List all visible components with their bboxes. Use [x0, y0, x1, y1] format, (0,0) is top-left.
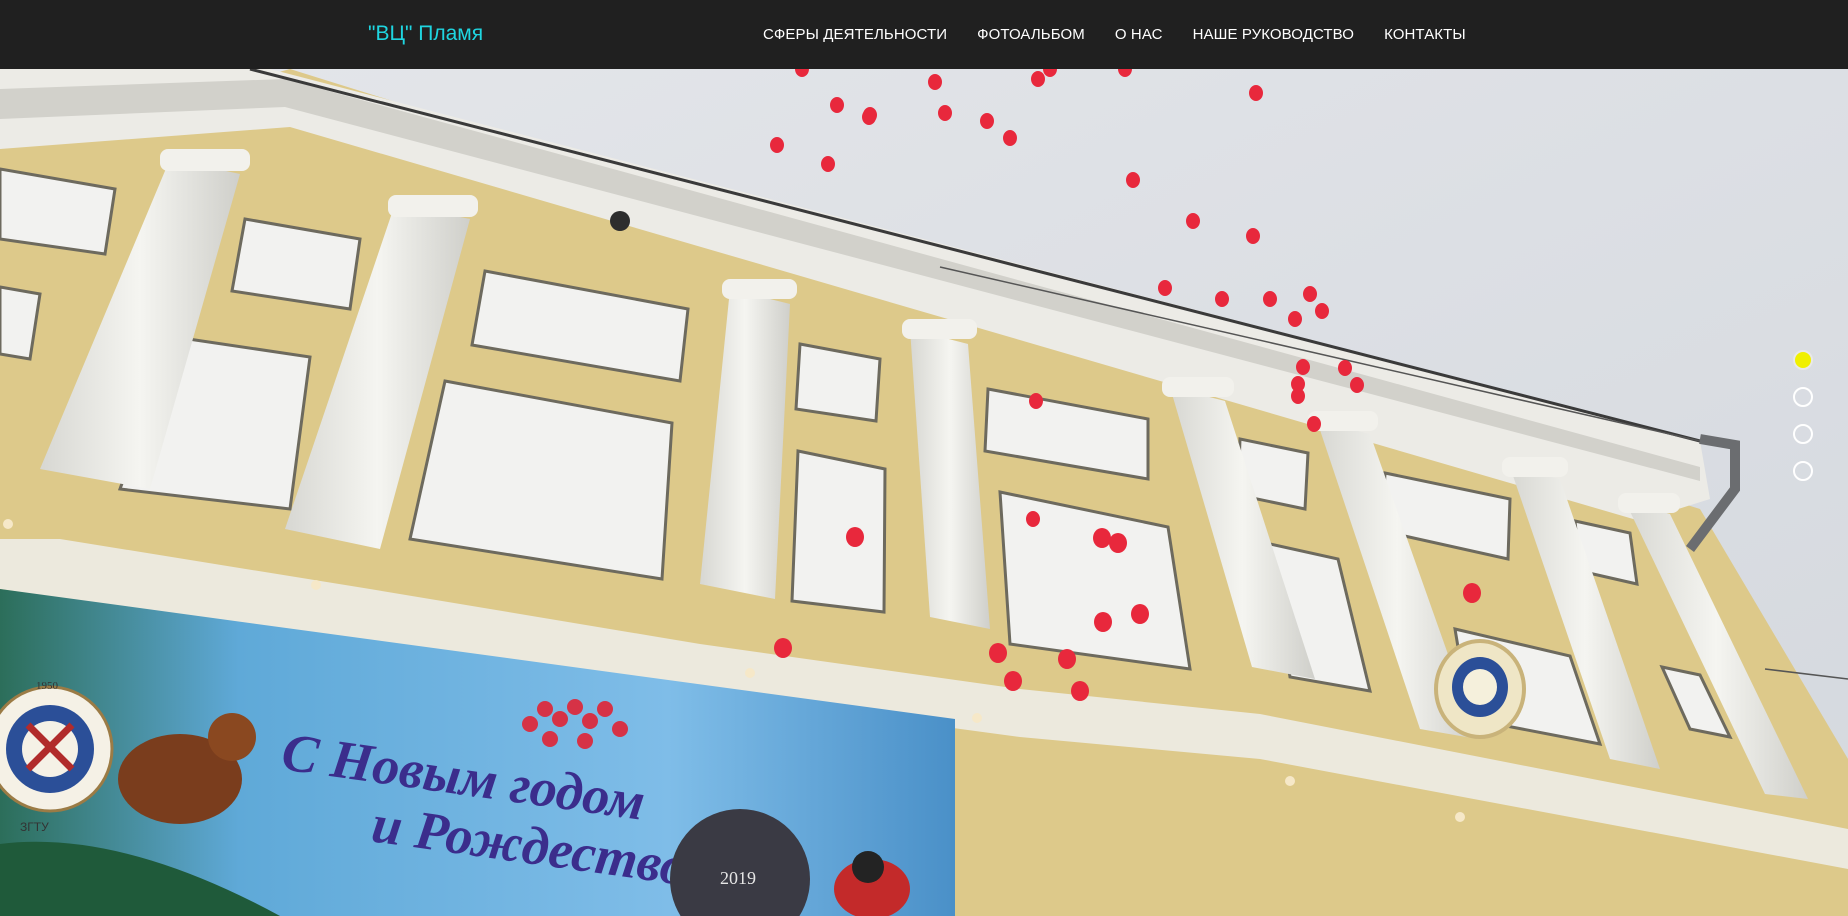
nav-item-leadership: НАШЕ РУКОВОДСТВО: [1193, 26, 1354, 44]
balloon: [846, 527, 864, 547]
balloon: [1350, 377, 1364, 393]
balloon: [1093, 528, 1111, 548]
slider-dot-2[interactable]: [1793, 387, 1813, 407]
nav-item-about: О НАС: [1115, 26, 1163, 44]
balloon: [1249, 85, 1263, 101]
balloon: [1463, 583, 1481, 603]
wall-emblem: [1434, 639, 1526, 739]
balloon: [1246, 228, 1260, 244]
balloon: [1186, 213, 1200, 229]
balloon: [1109, 533, 1127, 553]
balloon: [1315, 303, 1329, 319]
balloon: [928, 74, 942, 90]
top-navbar: "ВЦ" Пламя СФЕРЫ ДЕЯТЕЛЬНОСТИ ФОТОАЛЬБОМ…: [0, 0, 1848, 69]
balloon: [1307, 416, 1321, 432]
balloon: [770, 137, 784, 153]
nav-link-contacts[interactable]: КОНТАКТЫ: [1384, 26, 1466, 43]
slider-pagination: [1793, 350, 1813, 498]
balloon: [1094, 612, 1112, 632]
slider-dot-4[interactable]: [1793, 461, 1813, 481]
balloon: [1058, 649, 1076, 669]
balloon: [1031, 71, 1045, 87]
balloon: [862, 109, 876, 125]
main-nav-menu: СФЕРЫ ДЕЯТЕЛЬНОСТИ ФОТОАЛЬБОМ О НАС НАШЕ…: [763, 0, 1496, 69]
brand-logo-link[interactable]: "ВЦ" Пламя: [368, 22, 483, 46]
balloon: [1026, 511, 1040, 527]
security-camera: [610, 211, 630, 231]
balloon: [938, 105, 952, 121]
balloon: [1291, 388, 1305, 404]
balloon: [1131, 604, 1149, 624]
balloon: [1004, 671, 1022, 691]
balloon: [1263, 291, 1277, 307]
balloon: [1003, 130, 1017, 146]
balloon: [989, 643, 1007, 663]
balloon: [1071, 681, 1089, 701]
banner-emblem-year: 1950: [36, 680, 59, 692]
nav-link-spheres[interactable]: СФЕРЫ ДЕЯТЕЛЬНОСТИ: [763, 26, 947, 43]
banner-emblem-abbr: ЗГТУ: [20, 820, 49, 834]
banner-emblem: [0, 685, 114, 813]
balloon: [1126, 172, 1140, 188]
nav-link-about[interactable]: О НАС: [1115, 26, 1163, 43]
balloon: [1338, 360, 1352, 376]
balloon: [774, 638, 792, 658]
nav-item-photoalbum: ФОТОАЛЬБОМ: [977, 26, 1085, 44]
building-photo: 1950 ЗГТУ С Новым годом и Рождеством 201…: [0, 69, 1848, 916]
balloon: [1215, 291, 1229, 307]
balloon: [830, 97, 844, 113]
balloon: [980, 113, 994, 129]
nav-link-photoalbum[interactable]: ФОТОАЛЬБОМ: [977, 26, 1085, 43]
balloon: [1158, 280, 1172, 296]
nav-item-spheres: СФЕРЫ ДЕЯТЕЛЬНОСТИ: [763, 26, 947, 44]
slider-dot-1[interactable]: [1793, 350, 1813, 370]
balloon: [1303, 286, 1317, 302]
hero-slide-image: 1950 ЗГТУ С Новым годом и Рождеством 201…: [0, 69, 1848, 916]
slider-dot-3[interactable]: [1793, 424, 1813, 444]
balloon: [821, 156, 835, 172]
balloon: [1029, 393, 1043, 409]
balloon: [1288, 311, 1302, 327]
nav-item-contacts: КОНТАКТЫ: [1384, 26, 1466, 44]
nav-link-leadership[interactable]: НАШЕ РУКОВОДСТВО: [1193, 26, 1354, 43]
banner-year: 2019: [720, 868, 756, 888]
balloon: [1296, 359, 1310, 375]
